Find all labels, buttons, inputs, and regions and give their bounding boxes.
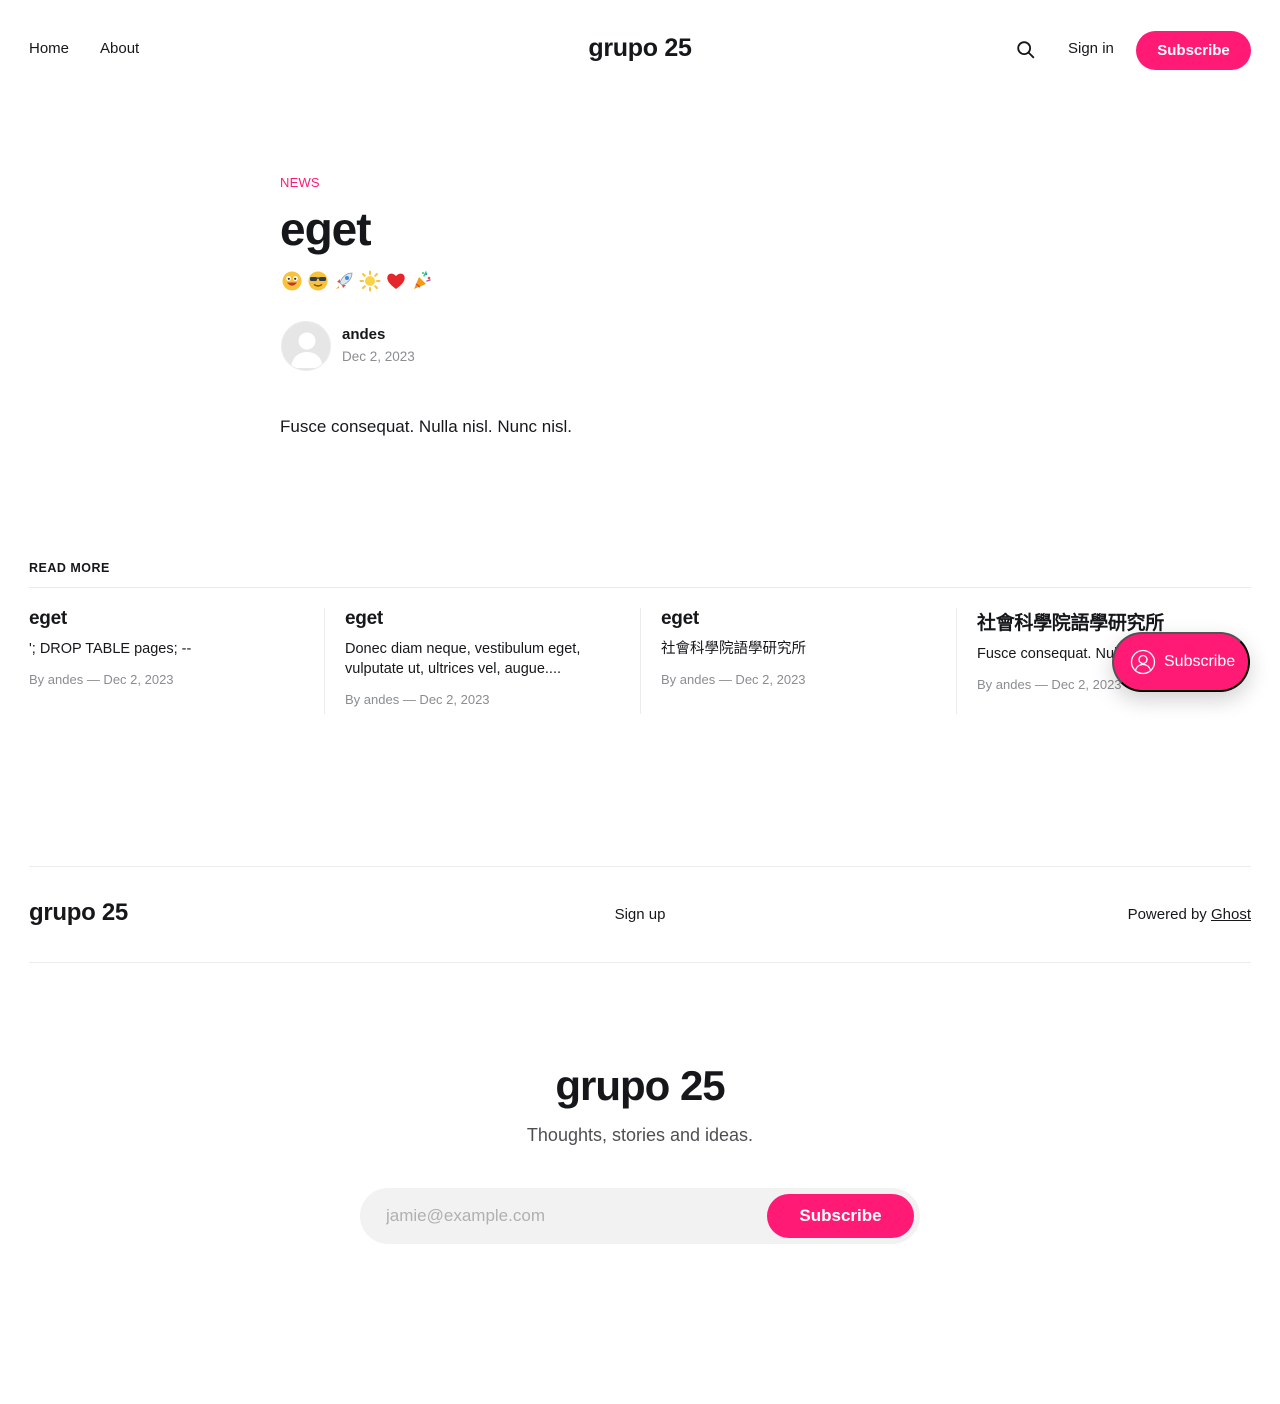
divider [956, 608, 957, 714]
related-post-card[interactable]: eget 社會科學院語學研究所 By andes — Dec 2, 2023 [661, 608, 957, 687]
powered-by: Powered by Ghost [1128, 906, 1251, 923]
email-input[interactable] [386, 1188, 756, 1244]
heart-icon [387, 273, 405, 289]
grinning-face-icon [282, 271, 302, 291]
card-title[interactable]: eget [661, 608, 957, 630]
cta-title: grupo 25 [555, 1062, 725, 1109]
divider [29, 866, 1251, 867]
divider [29, 587, 1251, 588]
cta-subscribe-button[interactable]: Subscribe [767, 1194, 914, 1238]
sign-in-link[interactable]: Sign in [1068, 40, 1114, 57]
divider [29, 962, 1251, 963]
party-popper-icon [414, 271, 431, 289]
portal-label: Subscribe [1164, 653, 1236, 670]
sunglasses-face-icon [308, 271, 328, 291]
related-post-card[interactable]: eget Donec diam neque, vestibulum eget, … [345, 608, 641, 707]
avatar-placeholder-icon [282, 322, 330, 370]
post-body: Fusce consequat. Nulla nisl. Nunc nisl. [280, 417, 572, 436]
divider [324, 608, 325, 714]
card-meta: By andes — Dec 2, 2023 [345, 692, 490, 707]
card-title[interactable]: eget [345, 608, 641, 630]
rocket-icon [336, 272, 353, 289]
footer-signup-link[interactable]: Sign up [0, 906, 1280, 923]
card-excerpt: Donec diam neque, vestibulum eget, vulpu… [345, 641, 581, 677]
card-title[interactable]: 社會科學院語學研究所 [977, 608, 1251, 635]
cta-description: Thoughts, stories and ideas. [526, 1125, 754, 1145]
search-icon[interactable] [1015, 39, 1037, 61]
read-more-title: READ MORE [29, 561, 110, 575]
subscribe-form: Subscribe [360, 1188, 920, 1244]
card-excerpt: 社會科學院語學研究所 [661, 641, 806, 657]
powered-by-prefix: Powered by [1127, 906, 1211, 923]
post-excerpt [281, 270, 433, 298]
post-date: Dec 2, 2023 [342, 349, 415, 364]
author-name[interactable]: andes [342, 326, 385, 343]
site-header: Home About grupo 25 Sign in Subscribe [0, 0, 1280, 100]
card-excerpt: '; DROP TABLE pages; -- [29, 641, 192, 657]
sun-icon [359, 270, 381, 292]
ghost-link[interactable]: Ghost [1211, 906, 1251, 923]
header-subscribe-button[interactable]: Subscribe [1136, 31, 1251, 70]
card-meta: By andes — Dec 2, 2023 [661, 672, 806, 687]
card-meta: By andes — Dec 2, 2023 [29, 672, 174, 687]
related-post-card[interactable]: eget '; DROP TABLE pages; -- By andes — … [29, 608, 325, 687]
user-circle-icon [1130, 649, 1156, 675]
post-tag[interactable]: NEWS [280, 175, 320, 190]
divider [640, 608, 641, 714]
author-avatar[interactable] [281, 321, 331, 371]
portal-subscribe-button[interactable]: Subscribe [1112, 632, 1250, 692]
card-title[interactable]: eget [29, 608, 325, 630]
post-title: eget [280, 203, 372, 255]
